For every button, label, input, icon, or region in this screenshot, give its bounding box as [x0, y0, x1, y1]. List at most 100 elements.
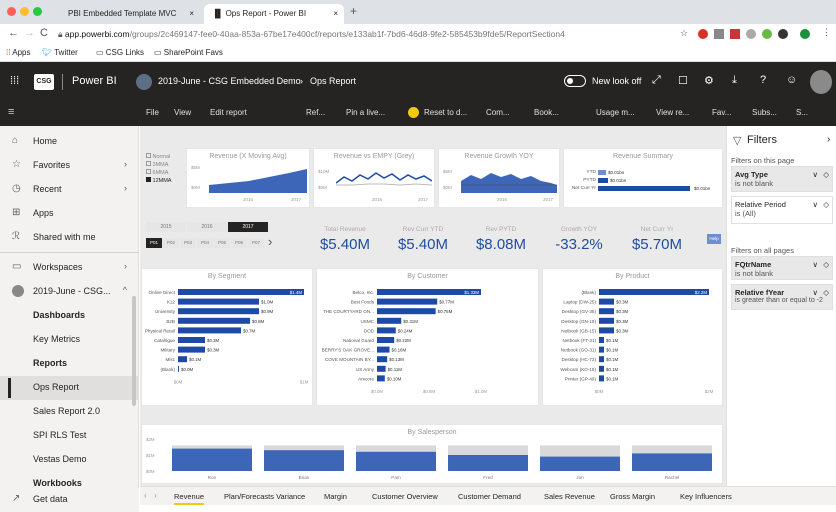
extension-icon[interactable] — [714, 29, 724, 39]
app-launcher-icon[interactable]: ⁞⁞⁞ — [10, 75, 19, 87]
share-button[interactable]: S... — [796, 108, 808, 117]
salesperson-bar[interactable] — [264, 450, 344, 471]
period-button[interactable]: P07 — [248, 238, 264, 248]
extension-icon[interactable] — [698, 29, 708, 39]
salesperson-bar[interactable] — [172, 448, 252, 471]
bar[interactable] — [599, 289, 709, 295]
nav-recent[interactable]: ◷ Recent › — [0, 178, 139, 202]
reset-button[interactable]: Reset to d... — [424, 108, 467, 117]
bar[interactable] — [599, 327, 614, 334]
notifications-icon[interactable]: ☐ — [678, 74, 688, 87]
period-button[interactable]: P04 — [197, 238, 213, 248]
bar[interactable] — [178, 346, 205, 353]
period-slicer[interactable]: P01 P02 P03 P04 P05 P06 P07 › — [146, 234, 286, 249]
download-icon[interactable]: ⤓ — [732, 74, 737, 87]
nav-get-data[interactable]: ↗ Get data — [0, 488, 139, 512]
by-segment-chart[interactable]: By Segment Online Direct $1.4M K12 $1.0M Uni… — [141, 268, 313, 406]
view-related-button[interactable]: View re... — [656, 108, 689, 117]
bar[interactable] — [599, 365, 604, 372]
nav-key-metrics[interactable]: Key Metrics — [0, 328, 139, 352]
period-button-selected[interactable]: P01 — [146, 238, 162, 248]
chevron-down-icon[interactable]: ∨ — [813, 260, 819, 269]
bar[interactable] — [178, 298, 259, 305]
browser-menu-icon[interactable]: ⋮ — [822, 27, 831, 38]
bar[interactable] — [178, 308, 259, 315]
bookmark-apps[interactable]: ⁞⁞ Apps — [6, 48, 30, 57]
bar[interactable] — [599, 356, 604, 363]
bookmark-csg-links[interactable]: ▭ CSG Links — [96, 48, 144, 57]
tab-close-icon[interactable]: × — [333, 9, 338, 18]
usage-metrics-button[interactable]: Usage m... — [596, 108, 635, 117]
collapse-icon[interactable]: › — [827, 134, 830, 145]
salesperson-bar[interactable] — [356, 451, 436, 471]
nav-ops-report[interactable]: Ops Report — [0, 376, 139, 400]
moving-avg-legend[interactable]: Normal 3MMA 6MMA 12MMA — [146, 153, 171, 185]
edit-report-button[interactable]: Edit report — [210, 108, 247, 117]
tab-margin[interactable]: Margin — [324, 492, 347, 501]
eraser-icon[interactable]: ◇ — [823, 170, 829, 179]
nav-vestas-demo[interactable]: Vestas Demo — [0, 448, 139, 472]
nav-workspaces[interactable]: ▭ Workspaces › — [0, 256, 139, 280]
tab-revenue[interactable]: Revenue — [174, 492, 205, 505]
bar[interactable] — [377, 327, 396, 334]
eraser-icon[interactable]: ◇ — [823, 288, 829, 297]
salesperson-bar[interactable] — [540, 456, 620, 471]
extension-icon[interactable] — [778, 29, 788, 39]
forward-icon[interactable]: → — [24, 27, 35, 39]
favorite-button[interactable]: Fav... — [712, 108, 731, 117]
tab-close-icon[interactable]: × — [189, 9, 194, 18]
bar[interactable] — [178, 356, 187, 363]
bar[interactable] — [599, 298, 614, 305]
refresh-button[interactable]: Ref... — [306, 108, 325, 117]
year-slicer[interactable]: 2015 2016 2017 — [146, 222, 274, 232]
filter-card-relative-period[interactable]: Relative Period is (All) ∨ ◇ — [731, 196, 833, 224]
nav-spi-rls[interactable]: SPI RLS Test — [0, 424, 139, 448]
back-icon[interactable]: ← — [8, 27, 19, 39]
tab-key-influencers[interactable]: Key Influencers — [680, 492, 732, 501]
help-button[interactable]: Help — [707, 234, 721, 244]
bar[interactable] — [178, 317, 250, 324]
bar[interactable] — [599, 317, 614, 324]
nav-apps[interactable]: ⊞ Apps — [0, 202, 139, 226]
reload-icon[interactable]: C — [40, 27, 48, 39]
filter-card-fqtrname[interactable]: FQtrName is not blank ∨ ◇ — [731, 256, 833, 280]
tab-customer-demand[interactable]: Customer Demand — [458, 492, 521, 501]
bar[interactable] — [377, 375, 385, 382]
revenue-vs-empy-card[interactable]: Revenue vs EMPY (Grey) $10M $0M 2016 201… — [313, 148, 435, 208]
file-menu[interactable]: File — [146, 108, 159, 117]
nav-dashboards[interactable]: Dashboards — [0, 304, 139, 328]
revenue-growth-card[interactable]: Revenue Growth YOY $5M $0M 2016 2017 — [438, 148, 560, 208]
bar[interactable] — [377, 317, 402, 324]
chevron-right-icon[interactable]: › — [268, 234, 272, 249]
subscribe-button[interactable]: Subs... — [752, 108, 777, 117]
new-look-toggle[interactable] — [564, 75, 586, 87]
profile-icon[interactable] — [800, 29, 810, 39]
legend-item[interactable]: 3MMA — [146, 161, 171, 169]
nav-shared[interactable]: ℛ Shared with me — [0, 226, 139, 250]
pin-live-button[interactable]: Pin a live... — [346, 108, 385, 117]
nav-current-workspace[interactable]: 2019-June - CSG... ^ — [0, 280, 139, 304]
maximize-window-icon[interactable] — [33, 7, 42, 16]
bar[interactable] — [377, 365, 386, 372]
year-button[interactable]: 2016 — [187, 222, 227, 232]
eraser-icon[interactable]: ◇ — [823, 200, 829, 209]
summary-bar[interactable] — [598, 170, 606, 175]
year-button[interactable]: 2015 — [146, 222, 186, 232]
period-button[interactable]: P06 — [231, 238, 247, 248]
tab-scroll-left-icon[interactable]: ‹ — [144, 491, 147, 500]
chevron-down-icon[interactable]: ∨ — [813, 288, 819, 297]
nav-reports[interactable]: Reports — [0, 352, 139, 376]
salesperson-bar[interactable] — [632, 453, 712, 471]
bar[interactable] — [599, 308, 614, 315]
nav-scrollbar[interactable] — [132, 296, 136, 406]
comments-button[interactable]: Com... — [486, 108, 510, 117]
browser-tab-ops-report[interactable]: ▐▌ Ops Report - Power BI × — [204, 4, 344, 24]
period-button[interactable]: P03 — [180, 238, 196, 248]
breadcrumb-workspace[interactable]: 2019-June - CSG Embedded Demo — [158, 76, 301, 86]
breadcrumb-report[interactable]: Ops Report — [310, 76, 356, 86]
filter-card-relative-fyear[interactable]: Relative fYear is greater than or equal … — [731, 284, 833, 310]
revenue-moving-avg-card[interactable]: Revenue (X Moving Avg) $5M $0M 2016 2017 — [186, 148, 310, 208]
bar[interactable] — [377, 356, 388, 363]
legend-item[interactable]: 12MMA — [146, 177, 171, 185]
bar[interactable] — [377, 298, 438, 305]
